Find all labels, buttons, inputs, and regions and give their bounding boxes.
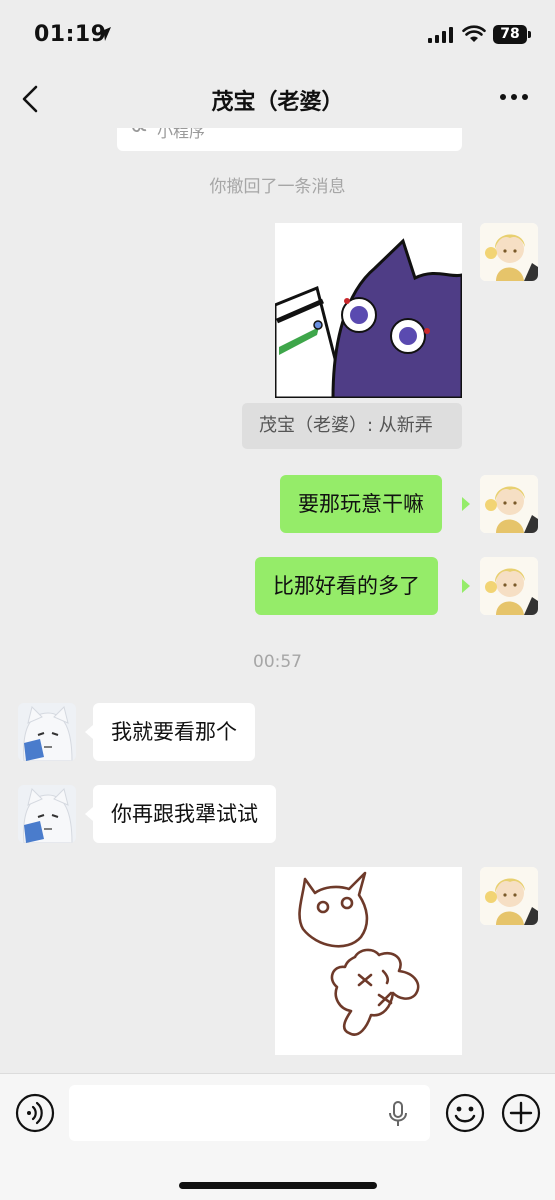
bubble-tail: [462, 497, 470, 511]
my-avatar[interactable]: [480, 557, 538, 615]
message-input-bar: [0, 1073, 555, 1200]
cellular-signal-icon: [428, 27, 453, 43]
location-arrow-icon: [97, 27, 111, 41]
contact-avatar[interactable]: [18, 785, 76, 843]
white-cat-character-avatar: [18, 703, 76, 761]
contact-avatar[interactable]: [18, 703, 76, 761]
my-avatar[interactable]: [480, 223, 538, 281]
message-input[interactable]: [69, 1085, 430, 1141]
bubble-tail: [85, 725, 93, 739]
purple-cat-illustration: [275, 223, 462, 398]
chat-title: 茂宝（老婆）: [211, 90, 344, 115]
battery-indicator: 78: [493, 25, 527, 44]
bubble-tail: [462, 579, 470, 593]
home-indicator: [179, 1182, 377, 1189]
quoted-message[interactable]: 茂宝（老婆）: 从新弄: [242, 403, 462, 449]
my-avatar[interactable]: [480, 475, 538, 533]
microphone-icon[interactable]: [388, 1101, 408, 1127]
voice-mode-icon[interactable]: [15, 1093, 55, 1133]
mini-program-label: 小程序: [157, 128, 206, 141]
chat-header: 茂宝（老婆）: [0, 70, 555, 128]
chat-message-list[interactable]: 小程序 你撤回了一条消息 茂宝（老婆）: 从新弄 要那玩意干嘛 比那好看的多了 …: [0, 128, 555, 1073]
blonde-character-avatar: [480, 223, 538, 281]
bubble-tail: [85, 807, 93, 821]
wifi-icon: [462, 25, 486, 42]
blonde-character-avatar: [480, 557, 538, 615]
sent-image-doodle[interactable]: [275, 867, 462, 1055]
more-options-icon[interactable]: [499, 92, 529, 102]
received-message-bubble[interactable]: 你再跟我犟试试: [93, 785, 276, 843]
battery-nub: [528, 31, 531, 38]
brown-doodle-drawing: [275, 867, 462, 1055]
sent-message-bubble[interactable]: 比那好看的多了: [255, 557, 438, 615]
mini-program-card[interactable]: 小程序: [117, 128, 462, 151]
mini-program-icon: [132, 128, 147, 132]
received-message-bubble[interactable]: 我就要看那个: [93, 703, 255, 761]
emoji-icon[interactable]: [445, 1093, 485, 1133]
sent-image-cat-sticker[interactable]: [275, 223, 462, 398]
recalled-message-notice: 你撤回了一条消息: [209, 177, 346, 197]
add-attachment-icon[interactable]: [501, 1093, 541, 1133]
chat-timestamp: 00:57: [253, 652, 302, 672]
blonde-character-avatar: [480, 475, 538, 533]
blonde-character-avatar: [480, 867, 538, 925]
sent-message-bubble[interactable]: 要那玩意干嘛: [280, 475, 442, 533]
status-bar: 01:19 78: [0, 0, 555, 70]
my-avatar[interactable]: [480, 867, 538, 925]
white-cat-character-avatar: [18, 785, 76, 843]
